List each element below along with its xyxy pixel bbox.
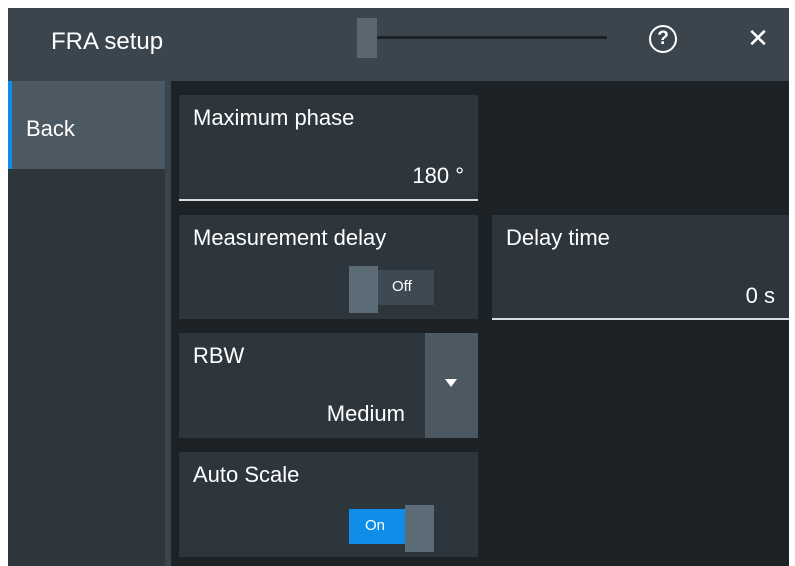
delay-time-value: 0 s	[745, 283, 775, 308]
chevron-down-icon	[445, 379, 457, 387]
delay-time-field[interactable]: Delay time 0 s	[492, 215, 789, 320]
measurement-delay-label: Measurement delay	[193, 225, 387, 250]
rbw-label: RBW	[193, 343, 245, 368]
dialog-title-bar: FRA setup ? ✕	[8, 8, 789, 81]
rbw-dropdown[interactable]: RBW Medium	[179, 333, 478, 438]
auto-scale-panel: Auto Scale On	[179, 452, 478, 557]
field-underline	[179, 199, 478, 201]
help-icon[interactable]: ?	[649, 25, 677, 53]
toggle-state-label: On	[365, 517, 386, 534]
sidebar-divider	[165, 81, 171, 566]
field-underline	[492, 318, 789, 320]
toggle-state-label: Off	[392, 278, 412, 295]
toggle-knob	[405, 505, 434, 552]
max-phase-value: 180 °	[412, 163, 464, 188]
scroll-track[interactable]	[357, 36, 607, 39]
rbw-dropdown-button[interactable]	[425, 333, 478, 438]
toggle-knob	[349, 266, 378, 313]
measurement-delay-panel: Measurement delay Off	[179, 215, 478, 319]
sidebar-item-label: Back	[26, 116, 75, 141]
sidebar: Back	[8, 81, 165, 566]
close-icon[interactable]: ✕	[743, 23, 773, 53]
fra-setup-dialog: FRA setup ? ✕ Back Maximum phase 180 ° M…	[8, 8, 789, 566]
dialog-title: FRA setup	[51, 28, 164, 55]
scroll-thumb[interactable]	[357, 18, 377, 58]
sidebar-item-back[interactable]: Back	[8, 81, 165, 169]
max-phase-field[interactable]: Maximum phase 180 °	[179, 95, 478, 201]
delay-time-label: Delay time	[506, 225, 610, 250]
auto-scale-toggle[interactable]: On	[349, 505, 434, 552]
measurement-delay-toggle[interactable]: Off	[349, 266, 434, 313]
rbw-value: Medium	[326, 401, 405, 426]
sidebar-empty-area	[8, 171, 165, 566]
auto-scale-label: Auto Scale	[193, 462, 300, 487]
max-phase-label: Maximum phase	[193, 105, 355, 130]
